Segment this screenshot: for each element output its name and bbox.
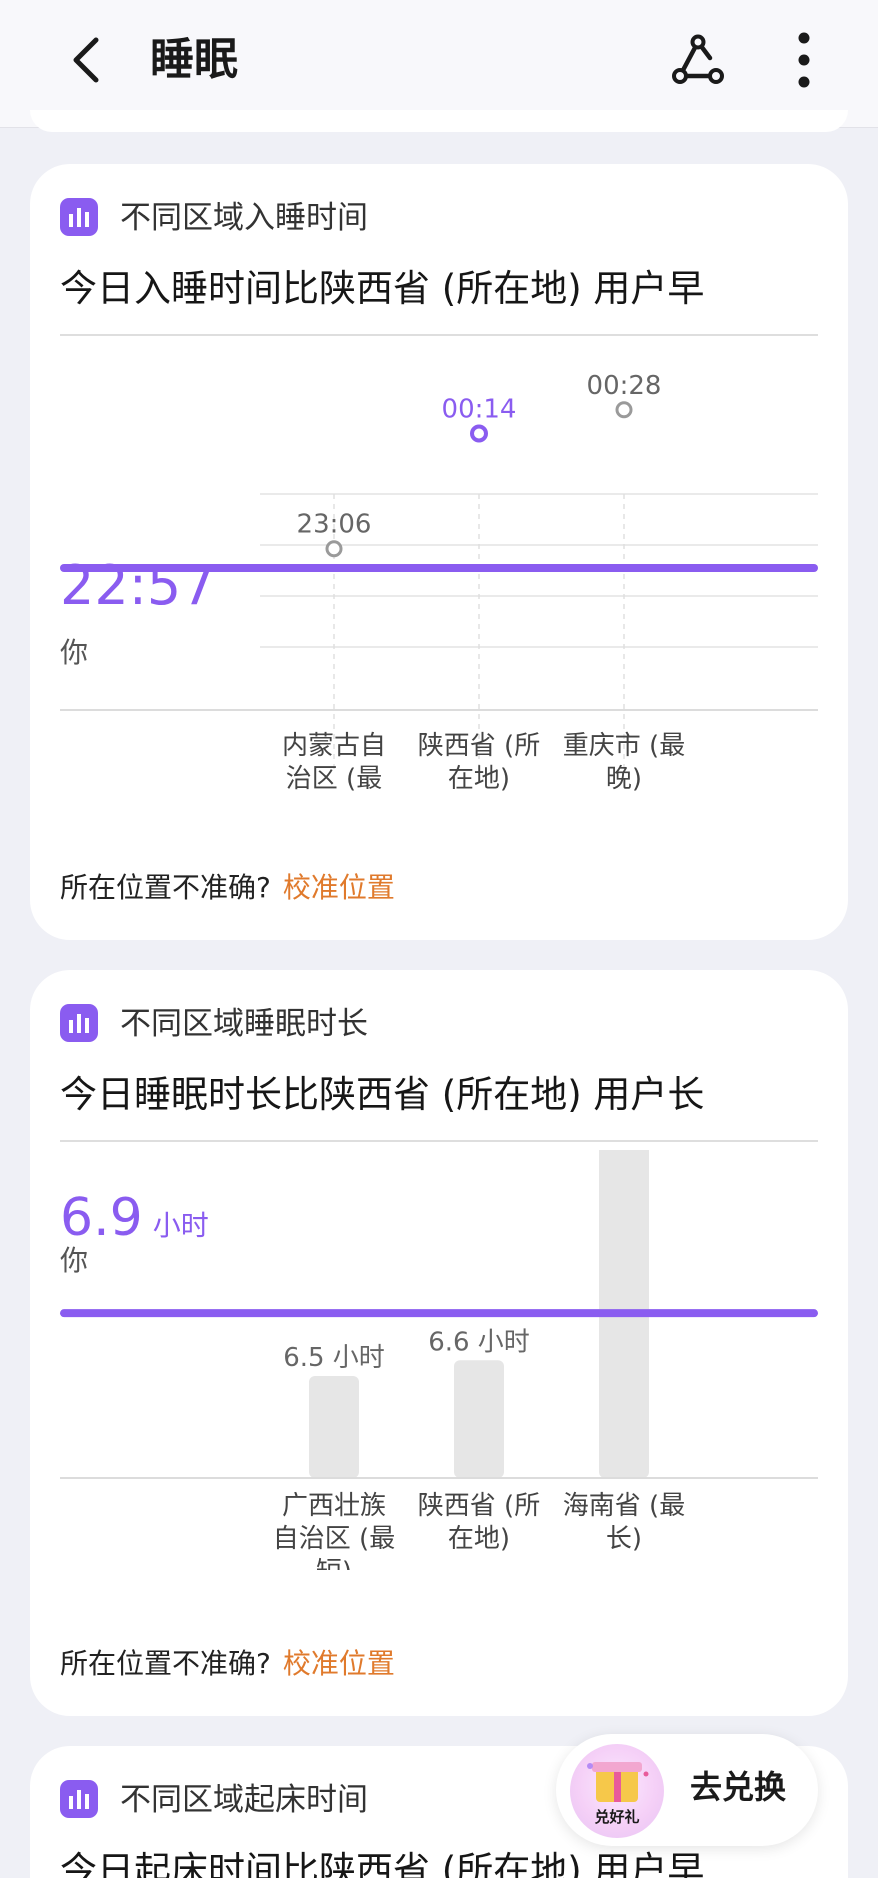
data-point [470,424,488,443]
more-vertical-icon [798,32,810,88]
bar-value-label: 6.6 小时 [428,1327,530,1357]
app-bar: 睡眠 [0,0,878,128]
previous-card-edge [30,110,848,132]
category-label: 陕西省 (所在地) [418,731,540,794]
bedtime-region-card: 不同区域入睡时间 今日入睡时间比陕西省 (所在地) 用户早 23:06 内蒙古自治… [30,164,848,940]
more-options-button[interactable] [778,26,830,94]
you-label: 你 [60,1244,88,1277]
bar-chart-icon [60,198,98,236]
category-label: 重庆市 (最晚) [563,731,685,794]
category-label: 海南省 (最长) [563,1491,685,1554]
data-label: 23:06 [297,510,372,540]
category-label: 陕西省 (所在地) [418,1491,540,1554]
bar-chart-icon [60,1780,98,1818]
redeem-gift-button[interactable]: 兑好礼 去兑换 [556,1734,818,1846]
card-headline: 今日入睡时间比陕西省 (所在地) 用户早 [60,267,705,310]
you-value-unit: 小时 [153,1209,209,1242]
sleep-duration-chart: 6.5 小时广西壮族自治区 (最短)6.6 小时陕西省 (所在地)8.1 小时海… [60,1150,818,1570]
category-label: 内蒙古自治区 (最早) [282,731,386,794]
you-value-number: 6.9 [60,1188,143,1248]
card-category: 不同区域睡眠时长 [120,1006,368,1042]
share-icon [672,34,724,84]
data-label: 00:14 [442,394,517,424]
category-label: 广西壮族自治区 (最短) [273,1491,395,1570]
card-category: 不同区域起床时间 [120,1782,368,1818]
data-point [615,401,633,419]
divider [60,1140,818,1142]
bedtime-chart: 23:06 内蒙古自治区 (最早) 00:14 陕西省 (所在地) 00:28 重庆市 (… [60,374,818,794]
sleep-duration-region-card: 不同区域睡眠时长 今日睡眠时长比陕西省 (所在地) 用户长 6.5 小时广西壮族… [30,970,848,1716]
redeem-label: 去兑换 [690,1768,787,1806]
you-value: 6.9 小时 [60,1188,209,1248]
data-point [325,540,343,558]
share-button[interactable] [668,30,728,90]
you-value-line [60,1309,818,1318]
location-footer: 所在位置不准确? 校准位置 [60,1644,395,1684]
you-label: 你 [60,636,88,669]
card-headline: 今日起床时间比陕西省 (所在地) 用户早 [60,1849,705,1878]
back-button[interactable] [60,28,116,92]
card-headline: 今日睡眠时长比陕西省 (所在地) 用户长 [60,1073,705,1116]
bar [454,1360,504,1478]
card-category: 不同区域入睡时间 [120,200,368,236]
location-question: 所在位置不准确? [60,871,271,904]
divider [60,334,818,336]
bar [309,1375,359,1478]
chevron-left-icon [73,37,99,83]
calibrate-location-link[interactable]: 校准位置 [283,1647,395,1680]
data-label: 00:28 [587,374,662,401]
location-footer: 所在位置不准确? 校准位置 [60,868,395,908]
gift-icon: 兑好礼 [570,1744,664,1838]
page-title: 睡眠 [150,34,238,85]
location-question: 所在位置不准确? [60,1647,271,1680]
calibrate-location-link[interactable]: 校准位置 [283,871,395,904]
svg-text:兑好礼: 兑好礼 [594,1808,639,1826]
bar-value-label: 6.5 小时 [283,1343,385,1373]
bar-chart-icon [60,1004,98,1042]
you-value: 22:57 [60,554,216,617]
